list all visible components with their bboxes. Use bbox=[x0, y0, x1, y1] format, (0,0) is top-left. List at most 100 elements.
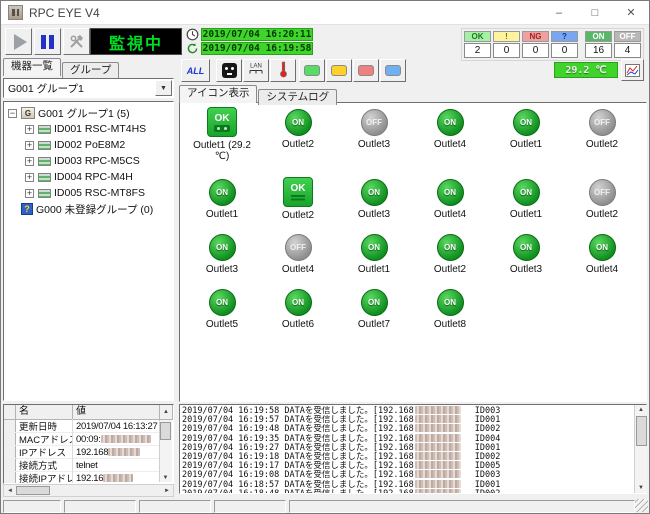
outlet-on-icon[interactable]: ON bbox=[437, 109, 464, 136]
outlet-on-icon[interactable]: ON bbox=[437, 234, 464, 261]
summary-warn-value: 0 bbox=[493, 43, 520, 58]
log-time: 2019/07/04 16:18:48 bbox=[182, 489, 284, 494]
outlet-on-icon[interactable]: ON bbox=[209, 234, 236, 261]
group-select[interactable]: G001 グループ1 ▼ bbox=[3, 78, 174, 98]
tab-group[interactable]: グループ bbox=[62, 62, 119, 78]
table-hscroll-thumb[interactable] bbox=[16, 486, 50, 495]
outlet-on-icon[interactable]: ON bbox=[285, 109, 312, 136]
outlet-label: Outlet3 bbox=[206, 264, 238, 275]
scroll-down-icon[interactable]: ▼ bbox=[638, 483, 644, 493]
expander-icon[interactable]: + bbox=[25, 125, 34, 134]
outlet-off-icon[interactable]: OFF bbox=[589, 179, 616, 206]
outlet-cell: ONOutlet1 bbox=[336, 232, 412, 287]
outlet-cell: ONOutlet7 bbox=[336, 287, 412, 343]
lan-filter-button[interactable]: LAN bbox=[243, 59, 269, 82]
outlet-on-icon[interactable]: ON bbox=[437, 179, 464, 206]
expander-icon[interactable]: + bbox=[25, 141, 34, 150]
outlet-on-icon[interactable]: ON bbox=[361, 289, 388, 316]
thermometer-icon bbox=[279, 61, 288, 81]
start-button[interactable] bbox=[5, 28, 32, 55]
redacted-value bbox=[103, 474, 133, 482]
outlet-off-icon[interactable]: OFF bbox=[361, 109, 388, 136]
outlet-on-icon[interactable]: ON bbox=[361, 234, 388, 261]
filter-color-red-button[interactable] bbox=[353, 59, 379, 82]
table-hscroll[interactable]: ◄ ► bbox=[3, 484, 174, 497]
graph-button[interactable] bbox=[621, 59, 644, 81]
tree-item-ID002[interactable]: + ID002 PoE8M2 bbox=[4, 137, 173, 153]
expander-icon[interactable]: + bbox=[25, 189, 34, 198]
outlet-label: Outlet1 bbox=[510, 209, 542, 220]
resize-grip[interactable] bbox=[635, 499, 648, 512]
system-log[interactable]: 2019/07/04 16:19:58 DATAを受信しました。[192.168… bbox=[179, 404, 647, 494]
outlet-on-icon[interactable]: ON bbox=[209, 179, 236, 206]
pause-button[interactable] bbox=[34, 28, 61, 55]
row-selector bbox=[4, 472, 16, 484]
log-vscroll-thumb[interactable] bbox=[636, 416, 647, 446]
thermometer-filter-button[interactable] bbox=[270, 59, 296, 82]
log-ip: [192.168 bbox=[373, 461, 414, 470]
scroll-up-icon[interactable]: ▲ bbox=[638, 405, 644, 415]
tree-item-label: ID002 PoE8M2 bbox=[54, 139, 125, 151]
tab-icon-view[interactable]: アイコン表示 bbox=[179, 85, 257, 103]
outlet-off-icon[interactable]: OFF bbox=[285, 234, 312, 261]
close-button[interactable]: ✕ bbox=[613, 1, 649, 24]
summary-off: OFF4 bbox=[614, 31, 641, 58]
outlet-on-icon[interactable]: ON bbox=[437, 289, 464, 316]
outlet-on-icon[interactable]: ON bbox=[589, 234, 616, 261]
outlet-cell: ONOutlet1 bbox=[488, 107, 564, 177]
tree-item-G001[interactable]: −GG001 グループ1 (5) bbox=[4, 105, 173, 121]
tab-device-list[interactable]: 機器一覧 bbox=[3, 58, 61, 76]
settings-button[interactable] bbox=[63, 28, 90, 55]
outlet-on-icon[interactable]: ON bbox=[361, 179, 388, 206]
outlet-label: Outlet2 bbox=[434, 264, 466, 275]
outlet-cell: OFFOutlet4 bbox=[260, 232, 336, 287]
minimize-button[interactable]: – bbox=[541, 1, 577, 24]
tree-item-ID004[interactable]: +ID004 RPC-M4H bbox=[4, 169, 173, 185]
filter-color-green-button[interactable] bbox=[299, 59, 325, 82]
header-value: 値 bbox=[73, 405, 160, 420]
log-vscroll[interactable]: ▲ ▼ bbox=[634, 405, 647, 493]
scroll-up-icon[interactable]: ▲ bbox=[160, 405, 173, 420]
expander-icon[interactable]: − bbox=[8, 109, 17, 118]
outlet-on-icon[interactable]: ON bbox=[513, 179, 540, 206]
expander-icon[interactable]: + bbox=[25, 173, 34, 182]
outlet-off-icon[interactable]: OFF bbox=[589, 109, 616, 136]
chevron-down-icon[interactable]: ▼ bbox=[155, 80, 172, 96]
redacted-ip bbox=[415, 489, 461, 494]
maximize-button[interactable]: □ bbox=[577, 1, 613, 24]
title-bar[interactable]: RPC EYE V4 – □ ✕ bbox=[1, 1, 649, 25]
outlet-filter-button[interactable] bbox=[216, 59, 242, 82]
scroll-down-icon[interactable]: ▼ bbox=[160, 475, 171, 481]
tree-item-ID003[interactable]: +ID003 RPC-M5CS bbox=[4, 153, 173, 169]
status-panel bbox=[3, 500, 61, 513]
scroll-left-icon[interactable]: ◄ bbox=[4, 488, 16, 494]
property-row[interactable]: 接続IPアドレス192.16 bbox=[4, 472, 160, 484]
color-button-group bbox=[299, 59, 407, 82]
tree-item-ID001[interactable]: +ID001 RSC-MT4HS bbox=[4, 121, 173, 137]
outlet-on-icon[interactable]: ON bbox=[513, 109, 540, 136]
log-device-id: ID005 bbox=[475, 461, 501, 470]
redacted-ip bbox=[415, 434, 461, 442]
outlet-label: Outlet6 bbox=[282, 319, 314, 330]
status-summary: OK2!0NG0?0ON16OFF4 bbox=[461, 28, 644, 61]
log-ip: [192.168 bbox=[373, 470, 414, 479]
monitoring-status-display: 監視中 bbox=[90, 28, 182, 55]
log-message: DATAを受信しました。 bbox=[284, 434, 372, 443]
last-refresh-display: 2019/07/04 16:19:58 bbox=[201, 42, 313, 55]
device-ok-icon[interactable]: OK bbox=[207, 107, 237, 137]
view-toolbar: ALL LAN 29.2 ℃ bbox=[179, 58, 649, 84]
outlet-on-icon[interactable]: ON bbox=[513, 234, 540, 261]
outlet-grid: OKOutlet1 (29.2 ℃)ONOutlet2OFFOutlet3ONO… bbox=[180, 103, 646, 343]
outlet-on-icon[interactable]: ON bbox=[209, 289, 236, 316]
filter-color-blue-button[interactable] bbox=[380, 59, 406, 82]
tab-system-log[interactable]: システムログ bbox=[258, 89, 337, 105]
expander-icon[interactable]: + bbox=[25, 157, 34, 166]
scroll-right-icon[interactable]: ► bbox=[161, 488, 173, 494]
tree-item-ID005[interactable]: +ID005 RSC-MT8FS bbox=[4, 185, 173, 201]
all-button[interactable]: ALL bbox=[181, 59, 210, 82]
tree-item-G000[interactable]: ?G000 未登録グループ (0) bbox=[4, 201, 173, 217]
device-ok-icon[interactable]: OK bbox=[283, 177, 313, 207]
filter-color-yellow-button[interactable] bbox=[326, 59, 352, 82]
outlet-on-icon[interactable]: ON bbox=[285, 289, 312, 316]
table-vscroll-thumb[interactable] bbox=[160, 422, 171, 440]
